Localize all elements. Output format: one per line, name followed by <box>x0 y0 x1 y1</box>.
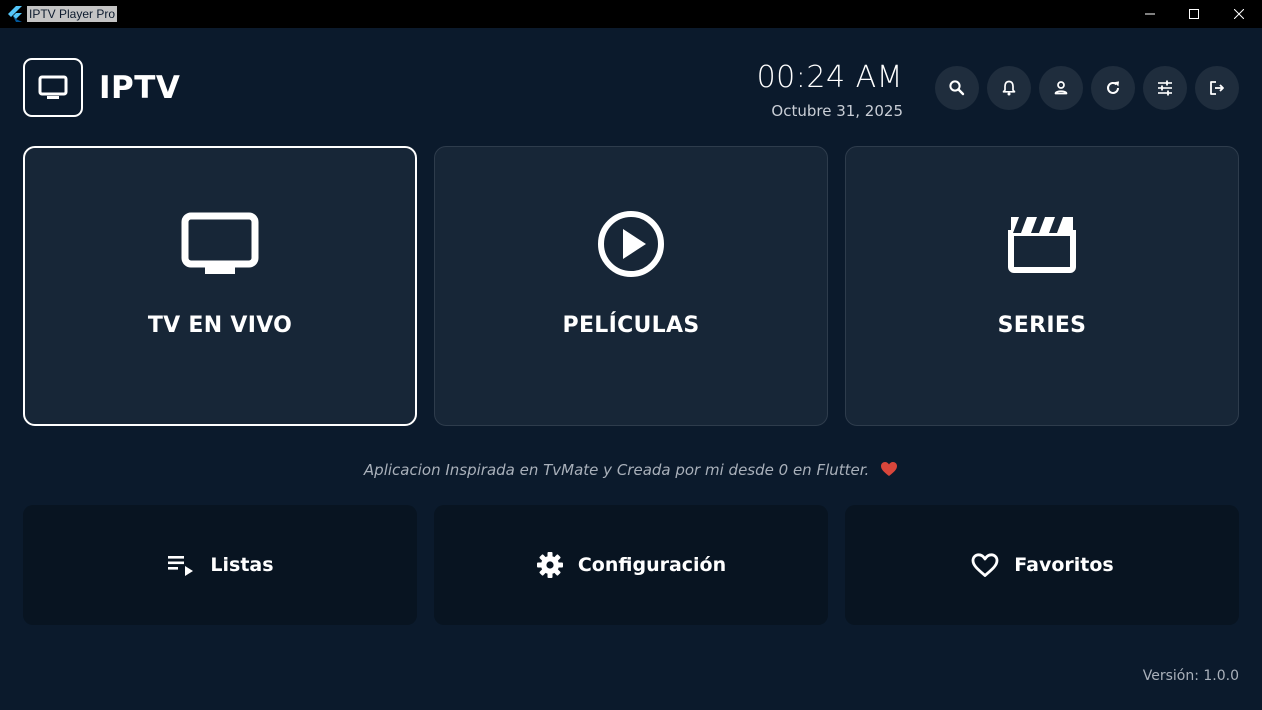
card-movies-label: PELÍCULAS <box>562 313 700 338</box>
search-icon <box>949 80 965 96</box>
maximize-icon <box>1189 9 1199 19</box>
close-button[interactable] <box>1216 0 1262 28</box>
heart-outline-icon <box>970 552 1000 578</box>
settings-sliders-button[interactable] <box>1143 66 1187 110</box>
card-series-label: SERIES <box>997 313 1087 338</box>
user-icon <box>1054 81 1068 95</box>
heart-icon <box>881 462 898 476</box>
bell-icon <box>1002 80 1016 96</box>
card-live-tv[interactable]: TV EN VIVO <box>23 146 417 426</box>
favorites-button[interactable]: Favoritos <box>845 505 1239 625</box>
minimize-icon <box>1145 13 1155 15</box>
title-bar: IPTV Player Pro <box>0 0 1262 28</box>
playlist-icon <box>166 553 196 577</box>
version-label: Versión: 1.0.0 <box>1142 668 1239 684</box>
minimize-button[interactable] <box>1127 0 1173 28</box>
clock-date: Octubre 31, 2025 <box>771 102 903 120</box>
search-button[interactable] <box>935 66 979 110</box>
card-live-tv-label: TV EN VIVO <box>147 313 293 338</box>
window-title: IPTV Player Pro <box>27 6 118 22</box>
sliders-icon <box>1158 80 1172 96</box>
gear-icon <box>536 551 564 579</box>
play-circle-icon <box>596 209 666 283</box>
clock-time: 00:24 AM <box>756 60 903 95</box>
tv-icon <box>181 212 259 280</box>
app-name: IPTV <box>99 70 181 106</box>
flutter-icon <box>8 6 22 22</box>
tagline-text: Aplicacion Inspirada en TvMate y Creada … <box>363 461 870 479</box>
logout-button[interactable] <box>1195 66 1239 110</box>
logout-icon <box>1210 81 1224 95</box>
logo <box>23 58 83 117</box>
notifications-button[interactable] <box>987 66 1031 110</box>
card-movies[interactable]: PELÍCULAS <box>434 146 828 426</box>
favorites-label: Favoritos <box>1014 554 1114 576</box>
tagline: Aplicacion Inspirada en TvMate y Creada … <box>0 461 1262 479</box>
refresh-icon <box>1107 81 1119 94</box>
maximize-button[interactable] <box>1171 0 1217 28</box>
clapperboard-icon <box>1007 213 1077 277</box>
playlists-label: Listas <box>210 554 274 576</box>
profile-button[interactable] <box>1039 66 1083 110</box>
close-icon <box>1234 9 1244 19</box>
settings-button[interactable]: Configuración <box>434 505 828 625</box>
tv-icon <box>38 75 68 99</box>
card-series[interactable]: SERIES <box>845 146 1239 426</box>
settings-label: Configuración <box>577 554 727 576</box>
playlists-button[interactable]: Listas <box>23 505 417 625</box>
refresh-button[interactable] <box>1091 66 1135 110</box>
